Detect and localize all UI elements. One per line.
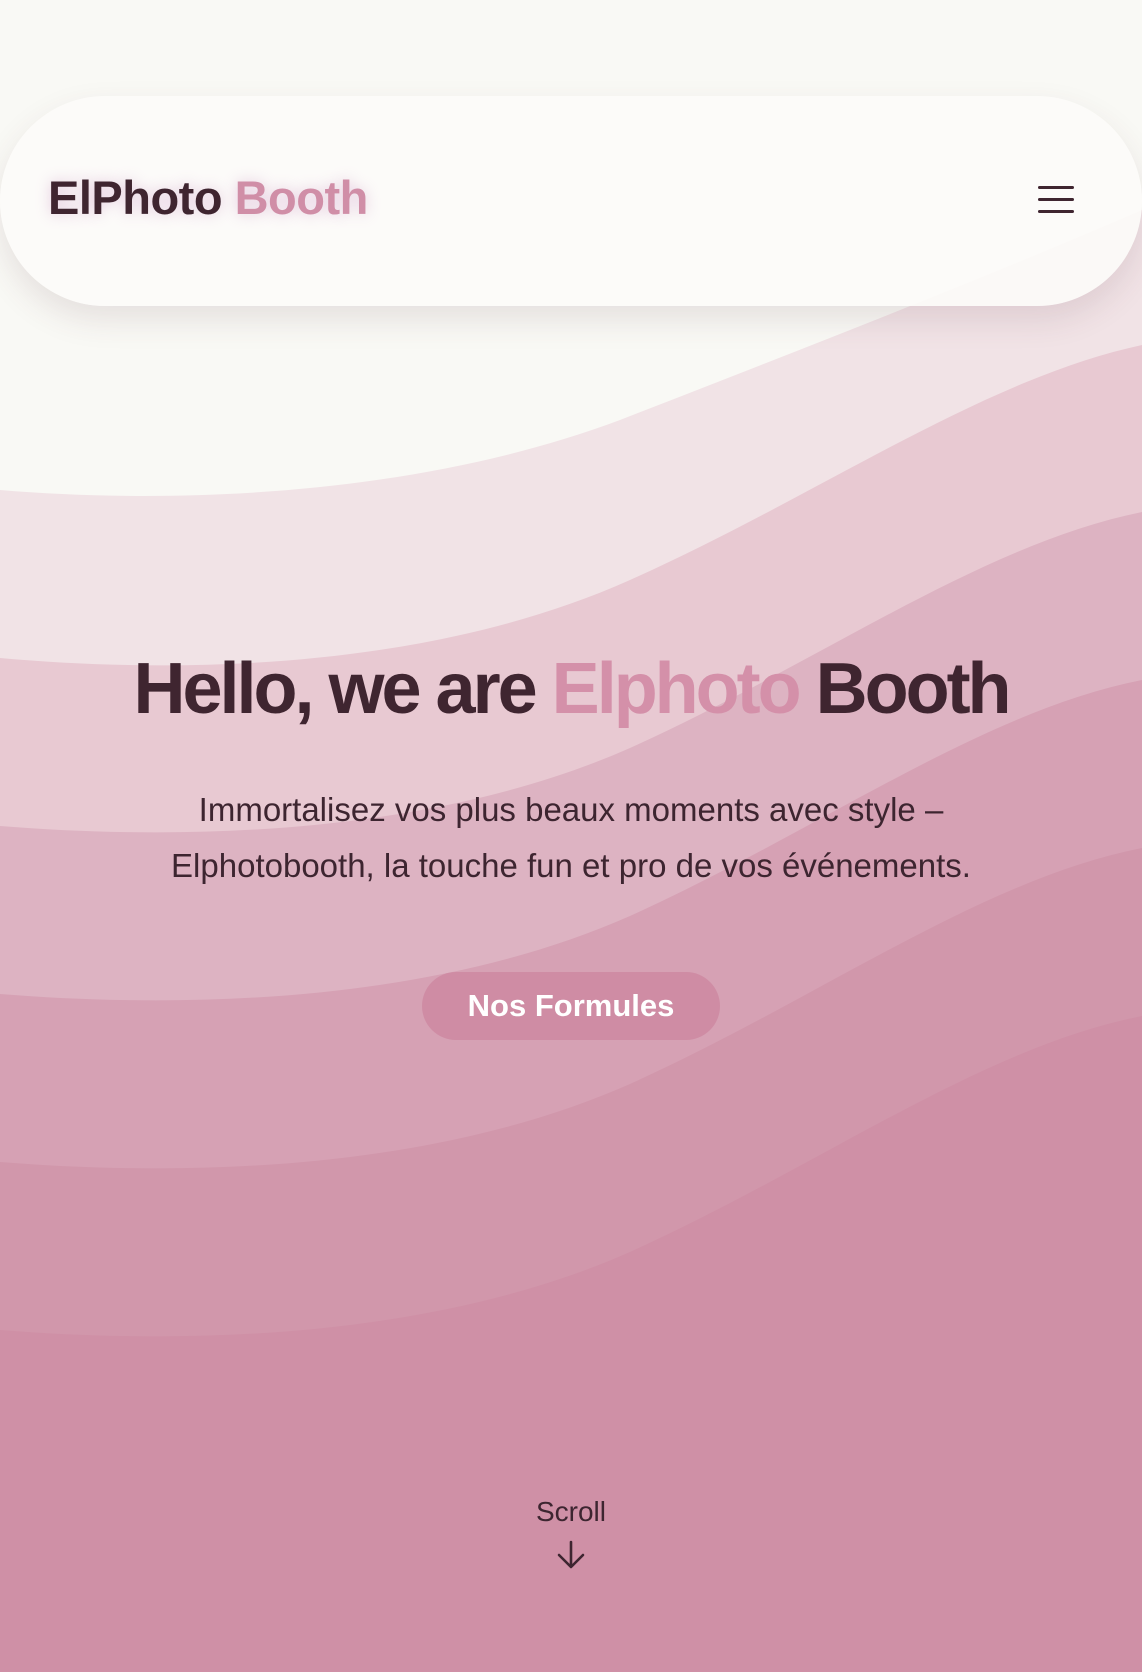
hero-subtitle-line-1: Immortalisez vos plus beaux moments avec…: [198, 791, 944, 828]
hero-subtitle: Immortalisez vos plus beaux moments avec…: [91, 782, 1051, 894]
hero-subtitle-line-2: Elphotobooth, la touche fun et pro de vo…: [171, 847, 971, 884]
site-header: ElPhoto Booth: [0, 96, 1142, 306]
hero-title-lead: Hello, we are: [133, 649, 537, 729]
hero-page: ElPhoto Booth Hello, we are Elphoto Boot…: [0, 0, 1142, 1672]
hero-title-accent: Elphoto: [551, 649, 802, 729]
scroll-indicator[interactable]: Scroll: [0, 1496, 1142, 1572]
scroll-label: Scroll: [535, 1496, 606, 1527]
hero-title-tail: Booth: [815, 649, 1012, 729]
site-logo[interactable]: ElPhoto Booth: [48, 170, 368, 225]
hero-title: Hello, we are Elphoto Booth: [0, 648, 1142, 730]
logo-text-accent: Booth: [234, 171, 369, 224]
logo-text-primary: ElPhoto: [48, 171, 223, 224]
menu-button[interactable]: [1028, 178, 1084, 222]
hero-section: Hello, we are Elphoto Booth Immortalisez…: [0, 648, 1142, 1040]
nos-formules-button[interactable]: Nos Formules: [422, 972, 720, 1040]
arrow-down-icon: [557, 1540, 585, 1569]
hamburger-icon: [1038, 186, 1074, 213]
